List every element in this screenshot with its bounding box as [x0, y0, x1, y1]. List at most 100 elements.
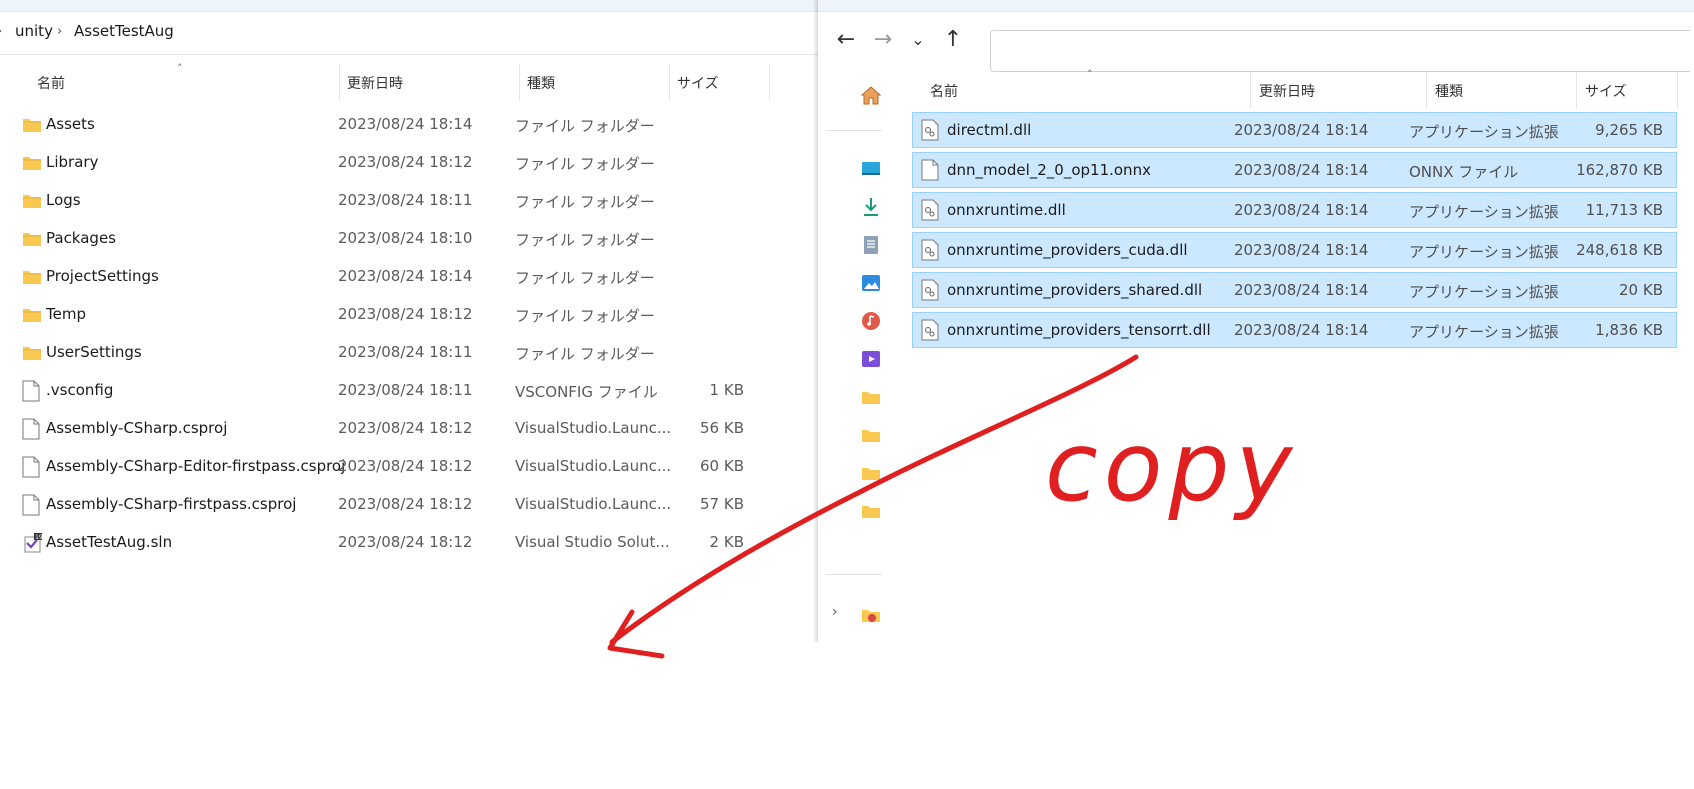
left-file-row[interactable]: Temp 2023/08/24 18:12 ファイル フォルダー — [0, 295, 780, 335]
back-arrow-icon[interactable]: ← — [831, 26, 861, 54]
nav-pane-divider — [826, 574, 882, 575]
forward-arrow-icon[interactable]: → — [868, 26, 898, 54]
file-date: 2023/08/24 18:14 — [1234, 241, 1369, 259]
column-header-date[interactable]: 更新日時 — [1259, 81, 1315, 101]
file-size: 1,836 KB — [1595, 321, 1663, 339]
file-date: 2023/08/24 18:12 — [338, 457, 473, 475]
right-file-row-selected[interactable]: onnxruntime.dll 2023/08/24 18:14 アプリケーション拡… — [912, 192, 1677, 228]
file-date: 2023/08/24 18:14 — [1234, 121, 1369, 139]
onedrive-icon[interactable] — [860, 604, 882, 626]
column-header-size[interactable]: サイズ — [677, 73, 719, 93]
file-type: ファイル フォルダー — [515, 307, 655, 325]
desktop-icon[interactable] — [860, 158, 882, 180]
left-file-row[interactable]: ProjectSettings 2023/08/24 18:14 ファイル フォルダ… — [0, 257, 780, 297]
right-file-row-selected[interactable]: onnxruntime_providers_tensorrt.dll 2023/0… — [912, 312, 1677, 348]
file-date: 2023/08/24 18:14 — [1234, 161, 1369, 179]
folder-icon — [22, 266, 42, 288]
folder-icon[interactable] — [860, 462, 882, 484]
file-size: 60 KB — [700, 457, 744, 475]
column-divider[interactable] — [339, 64, 340, 100]
up-arrow-icon[interactable]: ↑ — [938, 26, 968, 54]
navigation-pane: › — [818, 70, 890, 789]
file-name: .vsconfig — [46, 381, 114, 399]
file-size: 57 KB — [700, 495, 744, 513]
file-date: 2023/08/24 18:11 — [338, 343, 473, 361]
file-date: 2023/08/24 18:12 — [338, 533, 473, 551]
file-date: 2023/08/24 18:14 — [338, 115, 473, 133]
music-icon[interactable] — [860, 310, 882, 332]
folder-icon[interactable] — [860, 500, 882, 522]
column-header-type[interactable]: 種類 — [1435, 81, 1463, 101]
recent-locations-chevron-down-icon[interactable]: ⌄ — [903, 26, 933, 54]
file-type: ファイル フォルダー — [515, 269, 655, 287]
right-file-row-selected[interactable]: directml.dll 2023/08/24 18:14 アプリケーション拡張 9,… — [912, 112, 1677, 148]
right-file-row-selected[interactable]: onnxruntime_providers_shared.dll 2023/08/… — [912, 272, 1677, 308]
dll-file-icon — [921, 239, 939, 261]
address-bar-input[interactable] — [990, 30, 1690, 72]
file-icon — [22, 456, 42, 478]
file-size: 11,713 KB — [1585, 201, 1663, 219]
left-address-bar[interactable]: › unity › AssetTestAug — [0, 12, 818, 55]
pictures-icon[interactable] — [860, 272, 882, 294]
visual-studio-solution-icon: 19 — [22, 532, 43, 554]
column-header-type[interactable]: 種類 — [527, 73, 555, 93]
left-file-row[interactable]: Library 2023/08/24 18:12 ファイル フォルダー — [0, 143, 780, 183]
file-name: Library — [46, 153, 99, 171]
sort-ascending-icon: ˄ — [177, 62, 183, 75]
right-file-row-selected[interactable]: onnxruntime_providers_cuda.dll 2023/08/24… — [912, 232, 1677, 268]
column-header-date[interactable]: 更新日時 — [347, 73, 403, 93]
folder-icon — [22, 152, 42, 174]
right-file-row-selected[interactable]: dnn_model_2_0_op11.onnx 2023/08/24 18:14 O… — [912, 152, 1677, 188]
right-column-header-row: ˄ 名前 更新日時 種類 サイズ — [894, 68, 1694, 110]
file-type: アプリケーション拡張 — [1409, 243, 1559, 261]
file-name: dnn_model_2_0_op11.onnx — [947, 161, 1151, 179]
expand-chevron-icon[interactable]: › — [832, 604, 838, 620]
column-divider[interactable] — [1576, 72, 1577, 108]
file-name: Packages — [46, 229, 116, 247]
file-icon — [22, 380, 42, 402]
right-navigation-bar: ← → ⌄ ↑ — [818, 12, 1694, 72]
file-size: 1 KB — [709, 381, 744, 399]
file-type: アプリケーション拡張 — [1409, 203, 1559, 221]
left-file-row[interactable]: Assembly-CSharp.csproj 2023/08/24 18:12 Vi… — [0, 409, 780, 449]
documents-icon[interactable] — [860, 234, 882, 256]
breadcrumb-chevron-icon: › — [57, 24, 63, 39]
column-header-name[interactable]: 名前 — [930, 81, 958, 101]
column-divider[interactable] — [1677, 72, 1678, 108]
nav-pane-divider — [826, 130, 882, 131]
folder-icon[interactable] — [860, 424, 882, 446]
folder-icon — [22, 114, 42, 136]
breadcrumb-item-assettestaug[interactable]: AssetTestAug — [74, 22, 174, 40]
file-type: ONNX ファイル — [1409, 163, 1519, 181]
left-file-row[interactable]: Assembly-CSharp-firstpass.csproj 2023/08/… — [0, 485, 780, 525]
folder-icon — [22, 304, 42, 326]
file-size: 56 KB — [700, 419, 744, 437]
left-file-row[interactable]: Assembly-CSharp-Editor-firstpass.csproj 2… — [0, 447, 780, 487]
file-date: 2023/08/24 18:12 — [338, 495, 473, 513]
left-file-row[interactable]: Logs 2023/08/24 18:11 ファイル フォルダー — [0, 181, 780, 221]
left-file-row[interactable]: 19 AssetTestAug.sln 2023/08/24 18:12 Visual… — [0, 523, 780, 563]
file-name: UserSettings — [46, 343, 142, 361]
file-icon — [22, 418, 42, 440]
file-date: 2023/08/24 18:14 — [1234, 281, 1369, 299]
column-divider[interactable] — [669, 64, 670, 100]
file-size: 20 KB — [1619, 281, 1663, 299]
breadcrumb-item-unity[interactable]: unity — [15, 22, 53, 40]
column-divider[interactable] — [1426, 72, 1427, 108]
column-divider[interactable] — [1250, 72, 1251, 108]
file-name: onnxruntime_providers_shared.dll — [947, 281, 1203, 299]
left-file-row[interactable]: Packages 2023/08/24 18:10 ファイル フォルダー — [0, 219, 780, 259]
download-icon[interactable] — [860, 196, 882, 218]
file-size: 248,618 KB — [1576, 241, 1663, 259]
column-header-name[interactable]: 名前 — [37, 73, 65, 93]
column-divider[interactable] — [519, 64, 520, 100]
left-file-row[interactable]: .vsconfig 2023/08/24 18:11 VSCONFIG ファイル 1 … — [0, 371, 780, 411]
left-file-row[interactable]: UserSettings 2023/08/24 18:11 ファイル フォルダー — [0, 333, 780, 373]
file-name: Assets — [46, 115, 95, 133]
left-file-row[interactable]: Assets 2023/08/24 18:14 ファイル フォルダー — [0, 105, 780, 145]
home-icon[interactable] — [860, 84, 882, 106]
videos-icon[interactable] — [860, 348, 882, 370]
column-header-size[interactable]: サイズ — [1585, 81, 1627, 101]
column-divider[interactable] — [769, 64, 770, 100]
folder-icon[interactable] — [860, 386, 882, 408]
